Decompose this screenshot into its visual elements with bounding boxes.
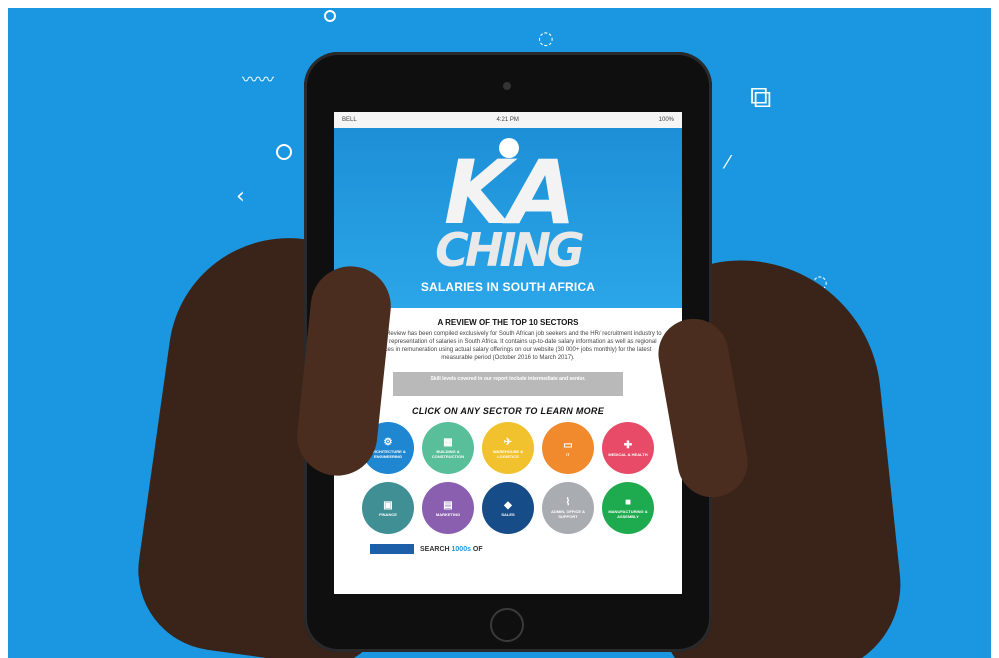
sector-label: ADMIN, OFFICE & SUPPORT — [551, 509, 585, 519]
billboard-icon: ▤ — [443, 499, 453, 511]
money-icon: ▣ — [383, 499, 393, 511]
drop-decoration: ◌ — [538, 28, 554, 49]
sector-label: SALES — [501, 511, 515, 517]
review-body: This Salary Review has been compiled exc… — [354, 331, 662, 361]
sector-sales-button[interactable]: ◆ SALES — [482, 482, 534, 534]
bus-icon: ■ — [624, 497, 632, 508]
hero-banner: KA CHING SALARIES IN SOUTH AFRICA — [334, 128, 682, 308]
slash-decoration: ⁄ — [726, 152, 730, 173]
sector-label: MARKETING — [435, 511, 461, 517]
overlapping-squares-decoration: ⧉ — [750, 80, 772, 115]
sector-medical-button[interactable]: ✚ MEDICAL & HEALTH — [602, 422, 654, 474]
paperclip-icon: ⌇ — [565, 497, 571, 508]
home-button[interactable] — [490, 608, 524, 642]
hero-title-line2: CHING — [435, 223, 585, 277]
tablet-screen: BELL 4:21 PM 100% KA CHING SALARIES IN S… — [334, 112, 682, 594]
sector-label: IT — [566, 451, 570, 457]
sector-cta-heading: CLICK ON ANY SECTOR TO LEARN MORE — [411, 406, 605, 416]
skill-notice: Skill levels covered in our report inclu… — [393, 372, 623, 396]
search-highlight: 1000s — [451, 545, 471, 553]
search-teaser: SEARCH 1000s OF — [350, 544, 666, 554]
sector-admin-button[interactable]: ⌇ ADMIN, OFFICE & SUPPORT — [542, 482, 594, 534]
sector-it-button[interactable]: ▭ IT — [542, 422, 594, 474]
sector-grid: ⚙ ARCHITECTURE & ENGINEERING ▦ BUILDING … — [350, 422, 666, 534]
battery-label: 100% — [658, 117, 674, 123]
sector-finance-button[interactable]: ▣ FINANCE — [362, 482, 414, 534]
gear-icon: ⚙ — [383, 437, 393, 448]
hero-title: KA CHING — [334, 149, 682, 277]
sector-label: MANUFACTURING & ASSEMBLY — [608, 509, 648, 519]
sector-label: FINANCE — [379, 511, 397, 517]
sector-label: BUILDING & CONSTRUCTION — [431, 449, 465, 459]
clock-label: 4:21 PM — [496, 117, 519, 123]
sector-label: MEDICAL & HEALTH — [608, 451, 648, 457]
plane-icon: ✈ — [503, 437, 513, 448]
circle-decoration — [276, 144, 292, 160]
search-teaser-image — [370, 544, 414, 554]
search-teaser-text: SEARCH 1000s OF — [420, 545, 483, 553]
camera-icon — [503, 82, 511, 90]
carrier-label: BELL — [342, 117, 357, 123]
medical-bag-icon: ✚ — [623, 439, 633, 451]
sector-marketing-button[interactable]: ▤ MARKETING — [422, 482, 474, 534]
photo-background: 〰〰 ‹ ⧉ ⁄ ◌ ( ◌ BELL 4:21 PM 100% KA CHIN… — [8, 8, 991, 658]
tag-icon: ◆ — [504, 499, 512, 511]
sector-manufacturing-button[interactable]: ■ MANUFACTURING & ASSEMBLY — [602, 482, 654, 534]
zigzag-decoration: 〰〰 — [242, 70, 275, 89]
sector-warehouse-button[interactable]: ✈ WAREHOUSE & LOGISTICS — [482, 422, 534, 474]
circle-decoration-small — [324, 10, 336, 22]
review-heading: A REVIEW OF THE TOP 10 SECTORS — [437, 318, 579, 327]
building-icon: ▦ — [443, 437, 453, 448]
sector-label: WAREHOUSE & LOGISTICS — [492, 449, 524, 459]
sector-building-button[interactable]: ▦ BUILDING & CONSTRUCTION — [422, 422, 474, 474]
chevron-left-decoration: ‹ — [236, 184, 245, 209]
laptop-icon: ▭ — [563, 439, 573, 451]
status-bar: BELL 4:21 PM 100% — [334, 112, 682, 128]
